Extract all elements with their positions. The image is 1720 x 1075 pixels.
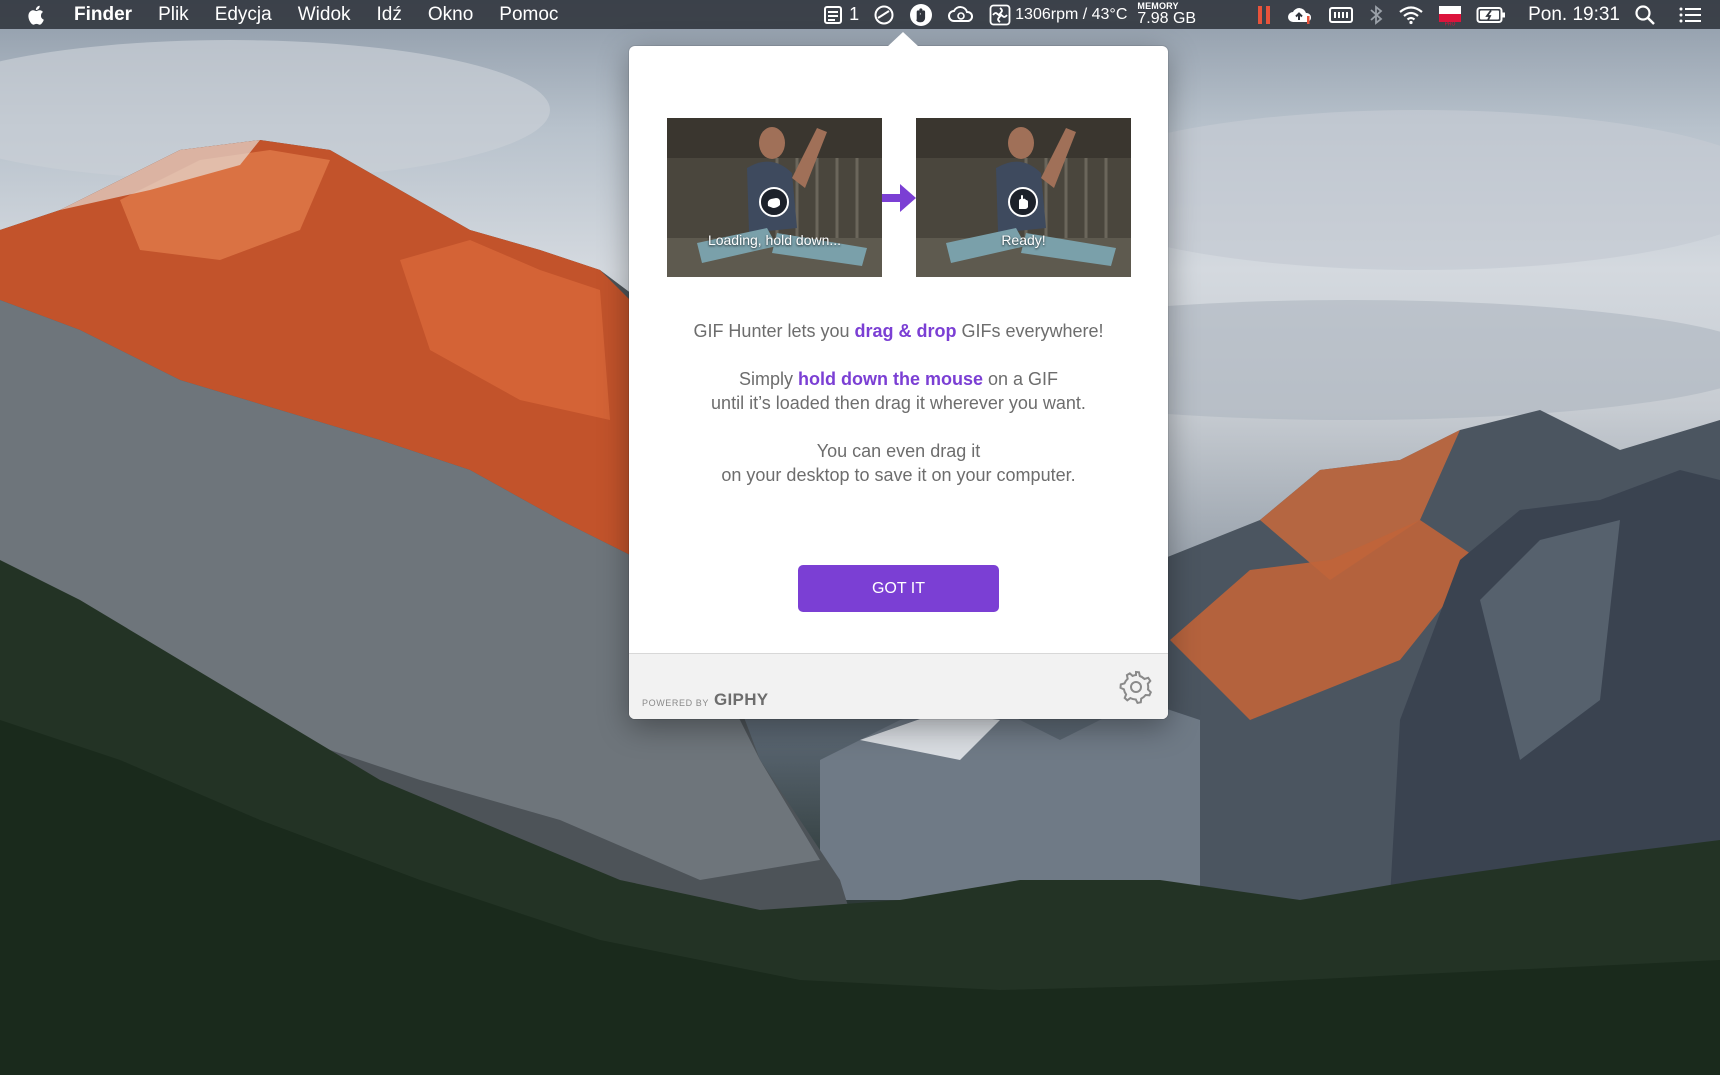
intro-line-3: until it’s loaded then drag it wherever … [711, 393, 1086, 413]
menu-edycja[interactable]: Edycja [215, 0, 272, 29]
menu-finder[interactable]: Finder [74, 0, 132, 29]
gif-preview-row: Loading, hold down... Ready! [667, 118, 1131, 278]
memory-icon[interactable] [1328, 0, 1354, 29]
memory-readout[interactable]: MEMORY 7.98 GB [1137, 2, 1196, 27]
got-it-button[interactable]: GOT IT [798, 565, 999, 612]
gear-icon[interactable] [1118, 669, 1154, 705]
intro-line-1-pre: GIF Hunter lets you [693, 321, 855, 341]
popover-arrow [887, 32, 919, 47]
menu-idz[interactable]: Idź [377, 0, 402, 29]
powered-by-giphy[interactable]: POWERED BY GIPHY [642, 690, 768, 710]
gif-hunter-popover: Loading, hold down... Ready! GIF Hunter … [629, 32, 1168, 719]
gif-thumb-loading: Loading, hold down... [667, 118, 882, 277]
search-icon[interactable] [1634, 0, 1656, 29]
intro-line-1-post: GIFs everywhere! [956, 321, 1104, 341]
flag-icon[interactable]: PRO [1438, 0, 1462, 29]
list-icon[interactable] [1678, 0, 1702, 29]
intro-line-5: on your desktop to save it on your compu… [721, 465, 1076, 485]
menu-bar: Finder Plik Edycja Widok Idź Okno Pomoc … [0, 0, 1720, 29]
intro-line-4: You can even drag it [816, 441, 981, 461]
menu-pomoc[interactable]: Pomoc [499, 0, 558, 29]
cloud-upload-icon[interactable] [1286, 0, 1314, 29]
gif-thumb-ready: Ready! [916, 118, 1131, 277]
loading-caption: Loading, hold down... [707, 232, 842, 248]
bluetooth-icon[interactable] [1368, 0, 1384, 29]
clock[interactable]: Pon. 19:31 [1528, 4, 1620, 26]
fan-temp-readout: 1306rpm / 43°C [1015, 6, 1128, 23]
apple-icon[interactable] [26, 4, 48, 26]
menu-plik[interactable]: Plik [158, 0, 189, 29]
wifi-icon[interactable] [1398, 0, 1424, 29]
menu-widok[interactable]: Widok [298, 0, 351, 29]
menu-okno[interactable]: Okno [428, 0, 473, 29]
intro-line-2-post: on a GIF [982, 369, 1059, 389]
gif-hunter-icon[interactable] [909, 0, 933, 29]
popover-footer: POWERED BY GIPHY [629, 653, 1168, 719]
ready-hand-icon [1008, 187, 1038, 217]
fan-icon[interactable] [989, 0, 1011, 29]
intro-line-2: Simply hold down the mouse on a GIF [629, 367, 1168, 391]
ready-caption: Ready! [1001, 232, 1046, 248]
intro-accent-hold-down: hold down the mouse [797, 369, 983, 389]
arrow-right-icon [882, 184, 916, 212]
intro-text: GIF Hunter lets you drag & drop GIFs eve… [629, 319, 1168, 487]
loading-hand-icon [759, 187, 789, 217]
svg-text:PRO: PRO [1445, 21, 1456, 26]
intro-line-2-pre: Simply [738, 369, 798, 389]
powered-by-label: POWERED BY [642, 698, 710, 708]
battery-icon[interactable] [1476, 0, 1506, 29]
intro-line-1: GIF Hunter lets you drag & drop GIFs eve… [629, 319, 1168, 343]
memory-value: 7.98 GB [1137, 10, 1197, 27]
intro-accent-drag-drop: drag & drop [854, 321, 957, 341]
pause-icon[interactable] [1256, 0, 1272, 29]
giphy-logo: GIPHY [714, 690, 769, 709]
donut-icon[interactable] [873, 0, 895, 29]
cloud-sync-icon[interactable] [947, 0, 975, 29]
notes-icon[interactable] [823, 0, 845, 29]
notes-badge-count: 1 [849, 4, 860, 24]
